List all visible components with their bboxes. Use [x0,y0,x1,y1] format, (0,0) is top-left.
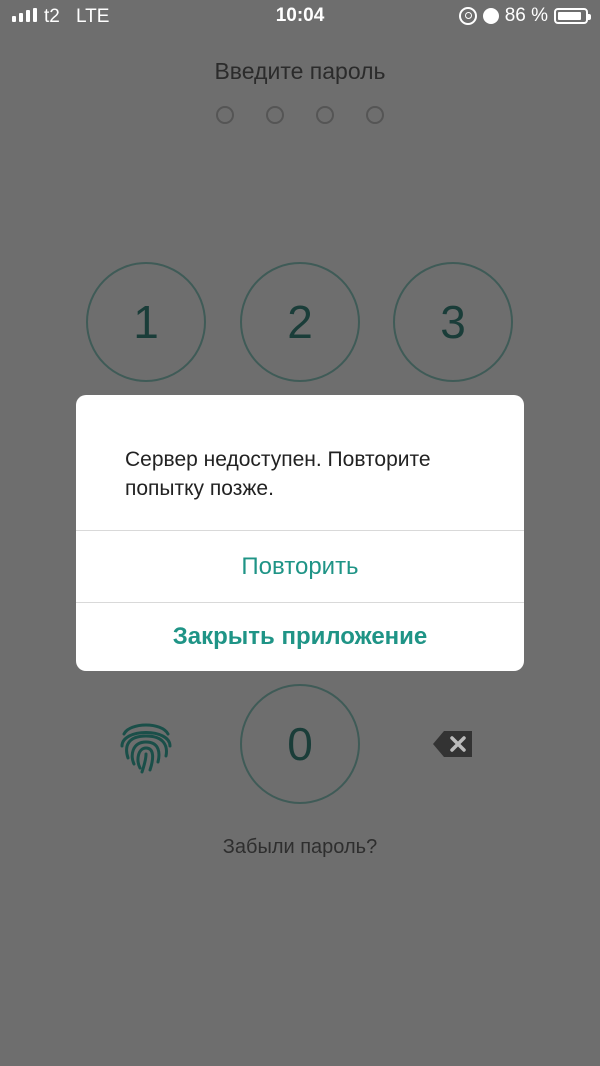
alarm-icon [482,8,499,24]
pin-dots [0,106,600,124]
pin-dot [316,106,334,124]
key-3[interactable]: 3 [393,262,513,382]
key-1[interactable]: 1 [86,262,206,382]
dialog-message: Сервер недоступен. Повторите попытку поз… [125,448,431,500]
pin-dot [366,106,384,124]
forgot-password-link[interactable]: Забыли пароль? [0,836,600,859]
pin-dot [266,106,284,124]
close-app-button[interactable]: Закрыть приложение [76,623,524,651]
status-bar: t2 LTE 10:04 86 % [0,0,600,34]
rotation-lock-icon [458,7,477,25]
battery-icon [554,8,591,24]
error-dialog: Сервер недоступен. Повторите попытку поз… [76,395,524,671]
key-2[interactable]: 2 [240,262,360,382]
battery-percent: 86 % [504,5,548,26]
dialog-divider [76,602,524,603]
pin-dot [216,106,234,124]
backspace-icon[interactable] [432,730,474,758]
dialog-divider [76,530,524,531]
retry-button[interactable]: Повторить [76,553,524,581]
status-right: 86 % [458,5,591,27]
page-title: Введите пароль [214,58,386,84]
fingerprint-icon[interactable] [114,712,178,776]
key-0[interactable]: 0 [240,684,360,804]
